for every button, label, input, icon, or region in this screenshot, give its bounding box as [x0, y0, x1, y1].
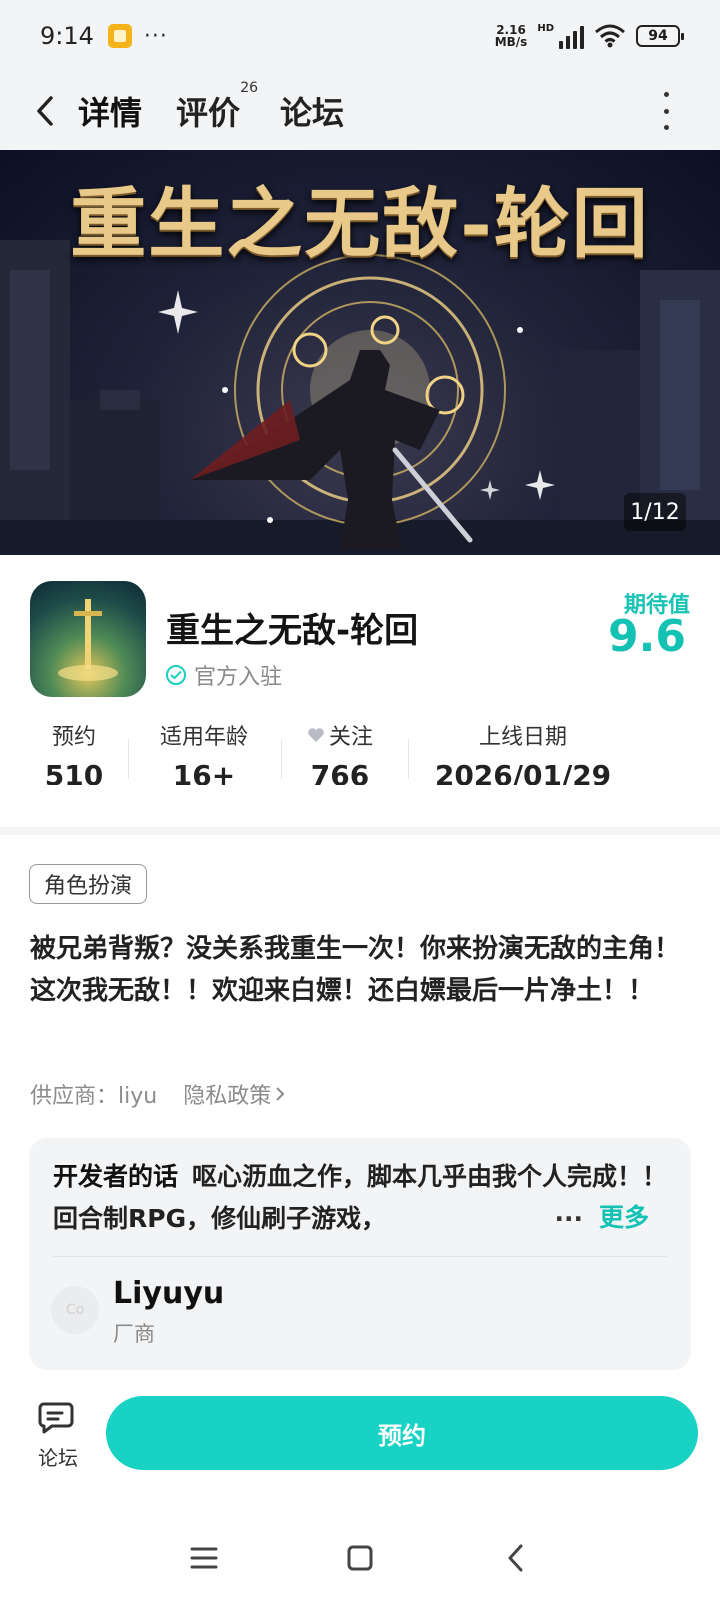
- status-bar: 9:14 ··· 2.16 MB/s HD 94: [0, 0, 720, 72]
- forum-button[interactable]: 论坛: [30, 1400, 86, 1476]
- check-circle-icon: [166, 665, 186, 685]
- banner-page-counter: 1/12: [624, 493, 686, 531]
- home-square-icon: [347, 1545, 373, 1571]
- stat-age-rating: 适用年龄 16+: [159, 725, 248, 785]
- stat-launch-date: 上线日期 2026/01/29: [434, 725, 612, 785]
- reserve-button[interactable]: 预约: [106, 1396, 698, 1470]
- game-description: 被兄弟背叛？没关系我重生一次！你来扮演无敌的主角！这次我无敌！！欢迎来白嫖！还白…: [30, 934, 681, 1006]
- truncation-ellipsis: ...: [548, 1198, 583, 1227]
- back-button[interactable]: [30, 91, 60, 131]
- stat-followers: 关注 766: [300, 719, 380, 785]
- cellular-signal-icon: HD: [537, 23, 584, 49]
- app-icon: [30, 581, 146, 697]
- chevron-right-icon: [276, 1087, 285, 1101]
- top-nav-bar: 详情 评价 26 论坛: [0, 72, 720, 150]
- privacy-policy-link[interactable]: 隐私政策: [183, 1078, 285, 1110]
- review-count-badge: 26: [240, 80, 259, 96]
- genre-tag[interactable]: 角色扮演: [29, 864, 148, 904]
- menu-button[interactable]: [184, 1538, 224, 1578]
- verified-badge: 官方入驻: [166, 659, 282, 691]
- battery-indicator: 94: [636, 25, 684, 47]
- developer-name[interactable]: Liyuyu: [113, 1276, 224, 1311]
- banner-title: 重生之无敌-轮回: [70, 179, 650, 268]
- network-speed: 2.16 MB/s: [494, 23, 528, 49]
- app-name: 重生之无敌-轮回: [166, 611, 419, 651]
- tab-details[interactable]: 详情: [75, 88, 145, 134]
- notification-app-icon: [107, 24, 132, 48]
- card-divider: [53, 1256, 667, 1257]
- developer-note-card[interactable]: 开发者的话 呕心沥血之作，脚本几乎由我个人完成！！回合制RPG，修仙刷子游戏， .…: [29, 1138, 691, 1370]
- app-info-section: 重生之无敌-轮回 官方入驻 期待值 9.6 预约 510 适用年龄 16+ 关注…: [0, 555, 720, 827]
- chevron-left-icon: [37, 96, 53, 126]
- sword-icon: [58, 599, 118, 681]
- avatar[interactable]: Co: [51, 1286, 99, 1334]
- hero-banner[interactable]: 重生之无敌-轮回 1/12: [0, 150, 720, 555]
- developer-role: 厂商: [113, 1322, 155, 1346]
- chat-bubble-icon: [38, 1402, 74, 1434]
- menu-icon: [190, 1547, 218, 1569]
- chevron-left-icon: [508, 1544, 523, 1572]
- supplier-text: 供应商：liyu: [30, 1084, 158, 1109]
- more-options-button[interactable]: [662, 92, 670, 130]
- section-divider: [0, 827, 720, 835]
- more-link[interactable]: 更多: [598, 1198, 649, 1234]
- more-notifications-icon: ···: [143, 23, 168, 49]
- stats-row: 预约 510 适用年龄 16+ 关注 766 上线日期 2026/01/29: [0, 719, 720, 789]
- system-back-button[interactable]: [496, 1538, 536, 1578]
- meta-row: 供应商：liyu 隐私政策: [30, 1078, 285, 1110]
- home-button[interactable]: [340, 1538, 380, 1578]
- heart-icon: [308, 728, 324, 742]
- wifi-icon: [595, 24, 625, 48]
- system-nav-bar: [0, 1516, 720, 1600]
- tab-forum[interactable]: 论坛: [280, 88, 344, 134]
- expectation-score: 9.6: [608, 611, 686, 662]
- status-time: 9:14: [40, 22, 94, 50]
- stat-reservations: 预约 510: [44, 725, 104, 785]
- tab-reviews[interactable]: 评价 26: [176, 80, 258, 134]
